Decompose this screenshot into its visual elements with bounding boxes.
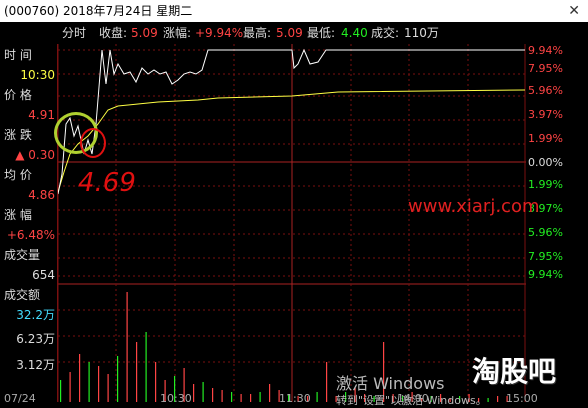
volume-bar <box>202 382 204 402</box>
quote-info-bar: 分时 收盘: 5.09 涨幅: +9.94% 最高: 5.09 最低: 4.40… <box>0 22 588 44</box>
time-value: 10:30 <box>20 68 55 82</box>
mode-label: 分时 <box>62 26 87 40</box>
amount-value: 32.2万 <box>16 308 55 322</box>
volume-bar <box>316 392 318 402</box>
time-label: 时 间 <box>4 48 32 62</box>
close-value: 5.09 <box>131 26 158 40</box>
amount-label: 成交额 <box>4 288 41 302</box>
volume-bar <box>145 332 147 402</box>
volume-bar <box>231 392 233 402</box>
pct-axis-label: 3.97% <box>528 108 563 121</box>
volume-bar <box>126 292 128 402</box>
volume-bar <box>98 366 100 402</box>
low-value: 4.40 <box>341 26 368 40</box>
close-label: 收盘: <box>99 26 128 40</box>
windows-activation-watermark: 激活 Windows <box>336 374 445 393</box>
volume-bar <box>269 384 271 402</box>
low-label: 最低: <box>307 26 336 40</box>
volume-value: 110万 <box>404 26 439 40</box>
volume-label: 成交: <box>371 26 400 40</box>
brand-watermark: 淘股吧 <box>472 355 557 388</box>
volume-bar <box>250 394 252 402</box>
volume-bar <box>240 394 242 402</box>
site-watermark: www.xiarj.com <box>408 196 540 217</box>
time-axis-label-2: 11:30 <box>279 392 311 405</box>
price-value: 4.91 <box>28 108 55 122</box>
avg-price-value: 4.86 <box>28 188 55 202</box>
volume-bar <box>487 398 489 402</box>
volume-bar <box>88 362 90 402</box>
chart-grid <box>58 44 526 402</box>
pct-value: +6.48% <box>6 228 55 242</box>
volume-axis-label-2: 3.12万 <box>16 358 55 372</box>
volume-bar <box>259 392 261 402</box>
avg-price-label: 均 价 <box>4 168 32 182</box>
volume-bar <box>69 372 71 402</box>
time-axis-label-3: 14:00 <box>397 392 429 405</box>
volume-label: 成交量 <box>4 248 41 262</box>
pct-axis-label: 1.99% <box>528 132 563 145</box>
pct-axis-label: 1.99% <box>528 178 563 191</box>
volume-bar <box>326 362 328 402</box>
intraday-chart[interactable] <box>58 44 526 402</box>
handwritten-annotation: 4.69 <box>78 168 136 198</box>
change-label: 涨 跌 <box>4 128 32 142</box>
pct-axis-label: 9.94% <box>528 268 563 281</box>
pct-axis-label: 0.00% <box>528 156 563 169</box>
volume-bar <box>221 390 223 402</box>
time-axis-label-0: 07/24 <box>4 392 36 405</box>
pct-axis-label: 7.95% <box>528 250 563 263</box>
pct-axis-label: 9.94% <box>528 44 563 57</box>
pct-axis-label: 5.96% <box>528 84 563 97</box>
volume-bar <box>117 356 119 402</box>
volume-value: 654 <box>32 268 55 282</box>
volume-bar <box>497 396 499 402</box>
close-icon[interactable]: ✕ <box>568 0 580 22</box>
price-label: 价 格 <box>4 88 32 102</box>
volume-bar <box>212 388 214 402</box>
volume-bar <box>107 374 109 402</box>
time-axis-label-1: 10:30 <box>160 392 192 405</box>
volume-axis-label-1: 6.23万 <box>16 332 55 346</box>
highlight-circle-red <box>80 128 106 158</box>
change-label: 涨幅: <box>163 26 192 40</box>
volume-bar <box>79 354 81 402</box>
pct-label: 涨 幅 <box>4 208 32 222</box>
volume-bar <box>60 380 62 402</box>
high-label: 最高: <box>243 26 272 40</box>
change-value: +9.94% <box>195 26 244 40</box>
pct-axis-label: 5.96% <box>528 226 563 239</box>
volume-bar <box>155 362 157 402</box>
high-value: 5.09 <box>276 26 303 40</box>
data-window-panel: 时 间 10:30 价 格 4.91 涨 跌 ▲ 0.30 均 价 4.86 涨… <box>0 44 58 402</box>
pct-axis-label: 7.95% <box>528 62 563 75</box>
change-value: ▲ 0.30 <box>15 148 55 162</box>
time-axis-label-4: 15:00 <box>506 392 538 405</box>
window-title: (000760) 2018年7月24日 星期二 <box>4 4 193 18</box>
volume-bar <box>136 342 138 402</box>
window-title-bar: (000760) 2018年7月24日 星期二 ✕ <box>0 0 588 22</box>
volume-bar <box>193 384 195 402</box>
